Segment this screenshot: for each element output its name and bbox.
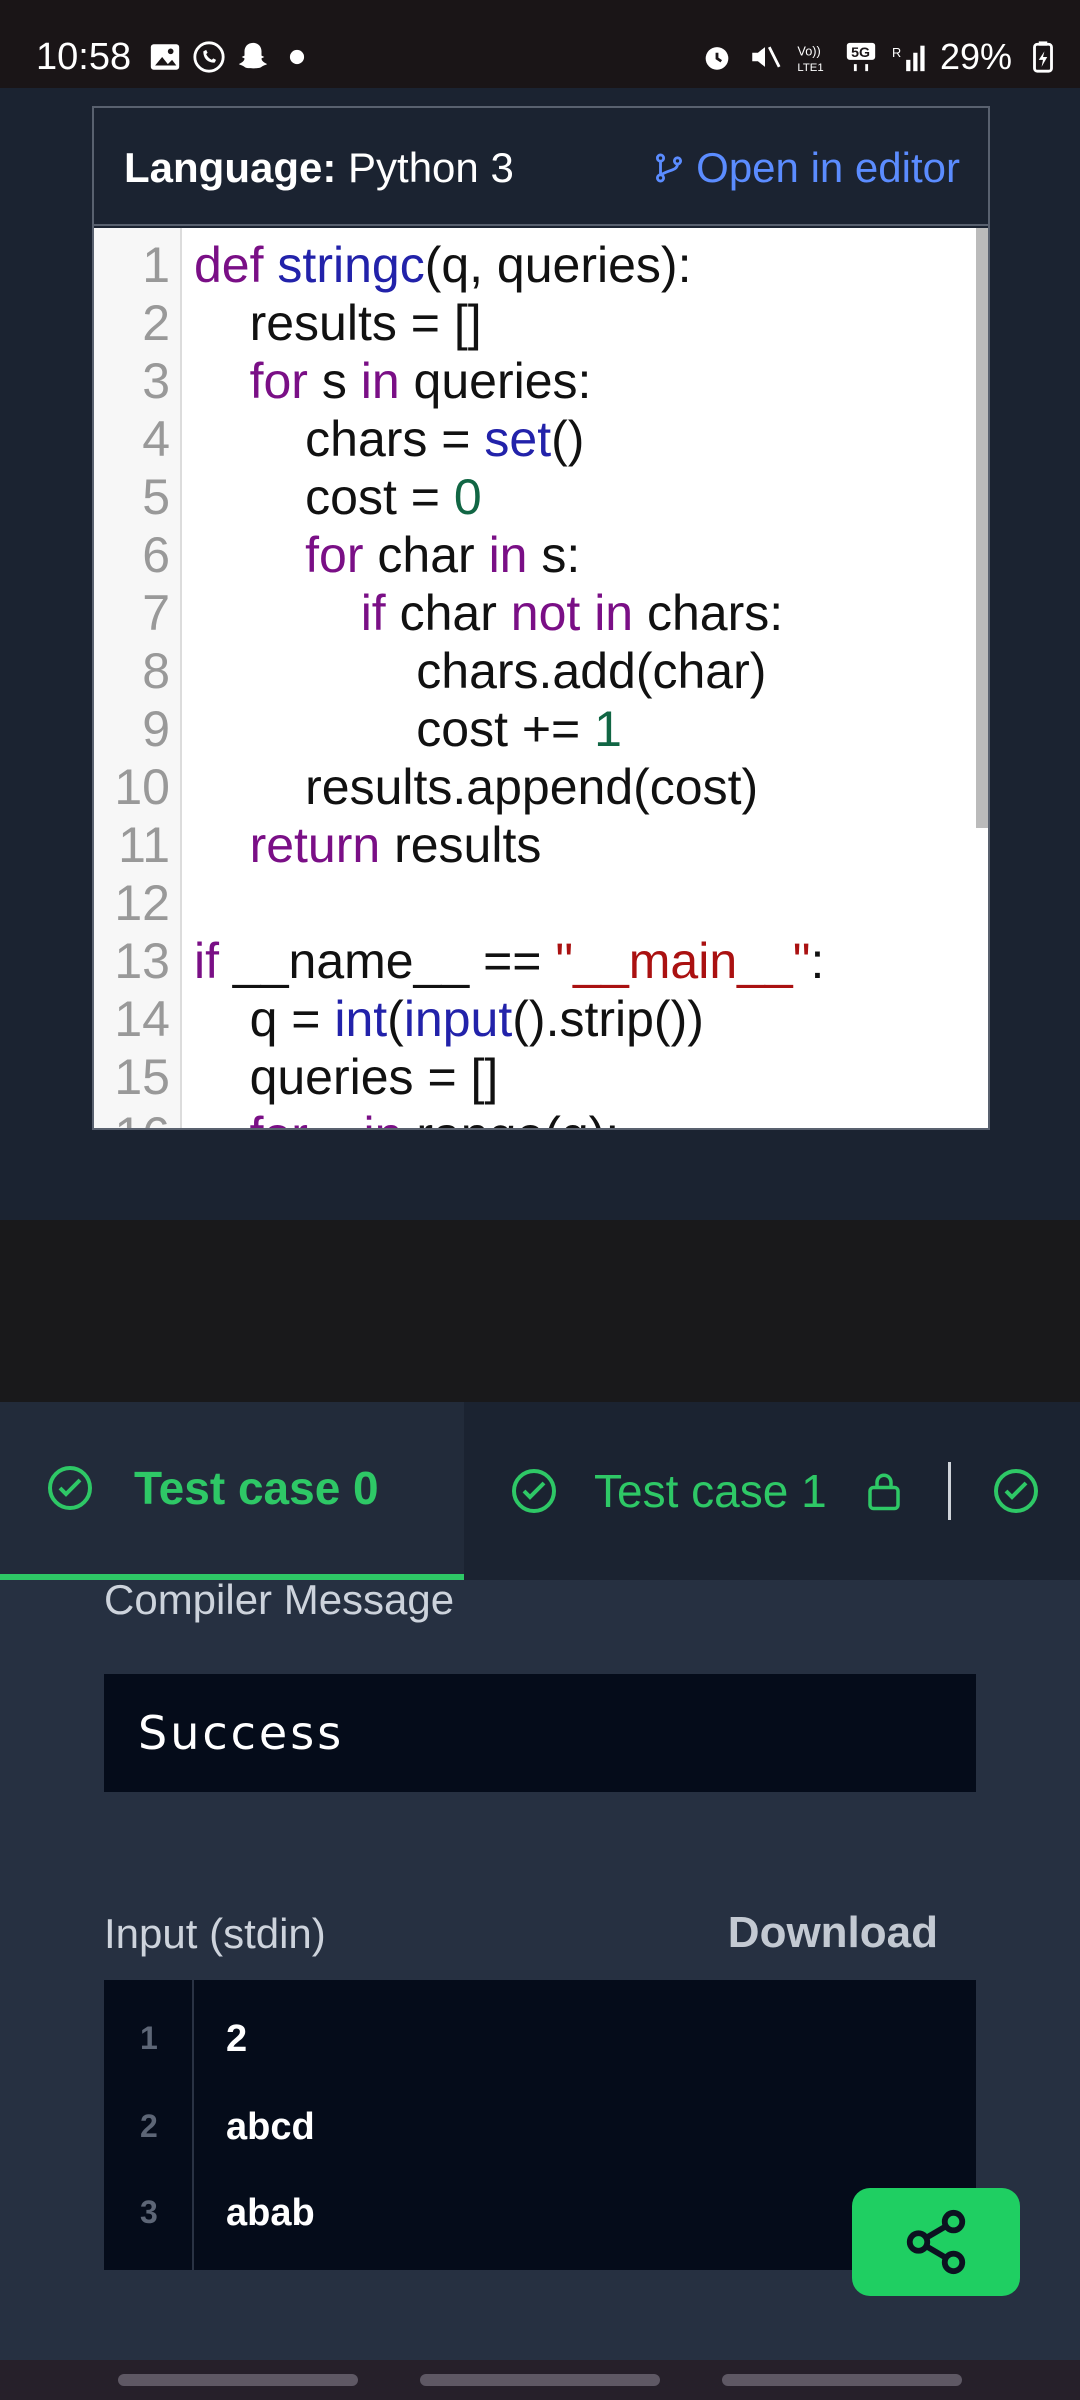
input-label: Input (stdin) xyxy=(104,1910,326,1957)
line-number: 16 xyxy=(114,1106,170,1128)
tab-test-case-2[interactable] xyxy=(992,1402,1040,1580)
tab-test-case-1[interactable]: Test case 1 xyxy=(510,1402,905,1580)
navigation-bar xyxy=(0,2360,1080,2400)
compiler-message-box: Success xyxy=(104,1674,976,1792)
stdin-line: abab xyxy=(226,2192,315,2234)
status-bar: 10:58 Vo)) LTE1 5G R 29% xyxy=(0,0,1080,88)
tab-divider xyxy=(948,1462,951,1520)
svg-text:LTE1: LTE1 xyxy=(797,62,823,74)
code-line: q = int(input().strip()) xyxy=(194,991,704,1047)
nav-home-pill[interactable] xyxy=(420,2374,660,2386)
svg-text:R: R xyxy=(892,45,901,60)
code-line: cost += 1 xyxy=(194,701,622,757)
line-number: 11 xyxy=(118,817,170,873)
line-number: 7 xyxy=(142,585,170,641)
tab-test-case-0[interactable]: Test case 0 xyxy=(0,1402,464,1580)
code-line: chars.add(char) xyxy=(194,643,767,699)
test-case-tabs: Test case 0 Test case 1 xyxy=(0,1402,1080,1580)
line-number: 6 xyxy=(142,527,170,583)
line-number: 13 xyxy=(114,933,170,989)
check-circle-icon xyxy=(48,1466,92,1510)
line-number: 15 xyxy=(114,1049,170,1105)
stdin-line: 2 xyxy=(226,2018,248,2060)
nav-recents-pill[interactable] xyxy=(118,2374,358,2386)
check-circle-icon xyxy=(512,1469,556,1513)
download-button[interactable]: Download xyxy=(728,1908,938,1958)
line-number: 2 xyxy=(140,2108,158,2144)
line-number: 10 xyxy=(114,759,170,815)
code-line: chars = set() xyxy=(194,411,585,467)
volte-icon: Vo)) LTE1 xyxy=(797,44,823,74)
share-button[interactable] xyxy=(852,2188,1020,2296)
5g-icon: 5G xyxy=(846,42,876,72)
status-time: 10:58 xyxy=(36,36,132,78)
line-number: 3 xyxy=(142,353,170,409)
line-number: 4 xyxy=(142,411,170,467)
git-branch-icon xyxy=(656,153,683,183)
line-number: 8 xyxy=(142,643,170,699)
language-indicator: Language: Python 3 xyxy=(124,144,514,192)
code-line: results = [] xyxy=(194,295,482,351)
code-line: for char in s: xyxy=(305,527,581,583)
line-number: 1 xyxy=(140,2020,158,2056)
gallery-icon xyxy=(150,44,180,70)
signal-icon: R xyxy=(892,45,925,72)
stdin-line: abcd xyxy=(226,2106,315,2148)
compiler-message-label: Compiler Message xyxy=(104,1580,455,1623)
check-circle-icon xyxy=(994,1469,1038,1513)
tab-label: Test case 1 xyxy=(594,1465,827,1517)
line-number-gutter: 1 2 3 4 5 6 7 8 9 10 11 12 13 14 15 16 xyxy=(94,228,182,1128)
code-line: def stringc(q, queries): xyxy=(194,237,692,293)
divider-band xyxy=(0,1220,1080,1402)
code-line: if __name__ == "__main__": xyxy=(194,933,825,989)
svg-text:Vo)): Vo)) xyxy=(797,44,820,59)
line-number: 2 xyxy=(142,295,170,351)
share-icon xyxy=(906,2209,966,2275)
code-card: Language: Python 3 Open in editor 1 2 3 … xyxy=(92,106,990,1130)
whatsapp-icon xyxy=(193,41,225,73)
code-line: results.append(cost) xyxy=(194,759,759,815)
code-section: Language: Python 3 Open in editor 1 2 3 … xyxy=(0,88,1080,1220)
line-number: 1 xyxy=(142,237,170,293)
dot-icon xyxy=(289,49,305,65)
open-in-editor-link[interactable]: Open in editor xyxy=(652,144,960,192)
line-number: 5 xyxy=(142,469,170,525)
code-line: for s in queries: xyxy=(249,353,592,409)
battery-percent: 29% xyxy=(939,36,1012,77)
battery-icon xyxy=(1033,41,1053,73)
nav-back-pill[interactable] xyxy=(722,2374,962,2386)
line-number: 14 xyxy=(114,991,170,1047)
snapchat-icon xyxy=(238,42,268,69)
line-number: 9 xyxy=(142,701,170,757)
alarm-icon xyxy=(705,47,729,70)
code-line: cost = 0 xyxy=(194,469,482,525)
line-number: 3 xyxy=(140,2194,158,2230)
line-number: 12 xyxy=(114,875,170,931)
language-label: Language: xyxy=(124,144,337,191)
code-line: return results xyxy=(249,817,542,873)
mute-icon xyxy=(752,46,781,68)
lock-icon xyxy=(867,1473,900,1511)
open-in-editor-label: Open in editor xyxy=(696,144,960,191)
stdin-box: 1 2 3 2 abcd abab xyxy=(104,1980,976,2270)
code-line: for _ in range(q): xyxy=(194,1106,620,1128)
svg-text:5G: 5G xyxy=(851,45,870,61)
code-header: Language: Python 3 Open in editor xyxy=(94,108,988,226)
language-value: Python 3 xyxy=(348,144,514,191)
code-line: queries = [] xyxy=(194,1049,499,1105)
code-line: if char not in chars: xyxy=(360,585,784,641)
stdin-gutter: 1 2 3 xyxy=(104,1980,194,2270)
code-editor[interactable]: 1 2 3 4 5 6 7 8 9 10 11 12 13 14 15 16 d… xyxy=(94,228,988,1128)
tab-label: Test case 0 xyxy=(134,1462,379,1514)
code-scrollbar[interactable] xyxy=(976,228,988,828)
